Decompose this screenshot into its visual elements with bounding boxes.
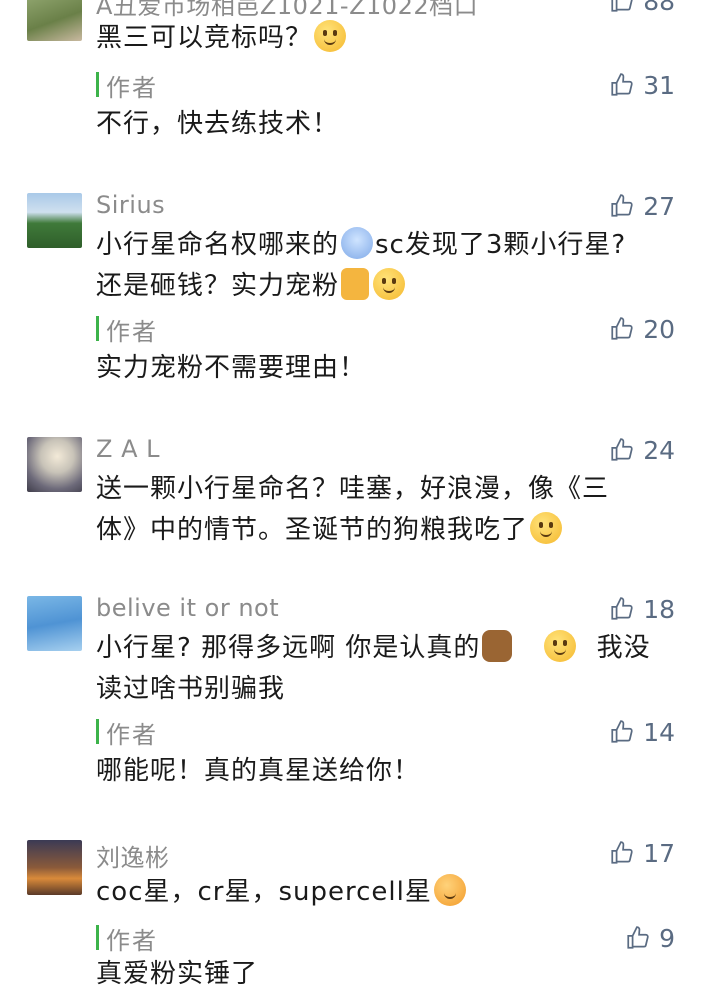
author-reply-bar xyxy=(96,316,99,341)
avatar[interactable] xyxy=(27,0,82,41)
author-reply-bar xyxy=(96,719,99,744)
laugh-cry-emoji-icon xyxy=(544,630,577,662)
reply-text: 实力宠粉不需要理由！ xyxy=(96,353,367,383)
comment-text: 送一颗小行星命名？哇塞，好浪漫，像《三 体》中的情节。圣诞节的狗粮我吃了 xyxy=(96,474,610,545)
thumbs-up-icon xyxy=(611,317,633,340)
author-reply-bar xyxy=(96,72,99,97)
like-button[interactable]: 31 xyxy=(609,68,675,102)
thumbs-up-icon xyxy=(611,73,633,96)
smirk-emoji-icon xyxy=(373,268,406,300)
like-count: 31 xyxy=(643,70,675,100)
like-count: 88 xyxy=(643,0,675,16)
like-count: 27 xyxy=(643,191,675,221)
blush-emoji-icon xyxy=(530,512,563,544)
like-count: 20 xyxy=(643,314,675,344)
angry-emoji-icon xyxy=(433,874,466,906)
reply-text: 不行，快去练技术！ xyxy=(96,109,340,139)
like-button[interactable]: 27 xyxy=(609,189,675,223)
comment-text: 小行星命名权哪来的 sc发现了3颗小行星? 还是砸钱？实力宠粉 xyxy=(96,225,676,307)
like-count: 17 xyxy=(643,838,675,868)
like-count: 18 xyxy=(643,594,675,624)
comment-nickname: belive it or not xyxy=(96,594,280,622)
avatar[interactable] xyxy=(27,840,82,895)
comment-text: 黑三可以竞标吗？ xyxy=(96,18,676,59)
author-label: 作者 xyxy=(106,927,158,955)
comment-text: 小行星? 那得多远啊 你是认真的 我没 读过啥书别骗我 xyxy=(96,628,676,710)
thumbs-up-icon xyxy=(611,720,633,743)
like-count: 24 xyxy=(643,435,675,465)
avatar[interactable] xyxy=(27,193,82,248)
thumbs-up-icon xyxy=(611,438,633,461)
like-button[interactable]: 17 xyxy=(609,836,675,870)
author-label: 作者 xyxy=(106,318,158,346)
horse-emoji-icon xyxy=(482,630,513,662)
avatar[interactable] xyxy=(27,596,82,651)
like-button[interactable]: 88 xyxy=(609,0,675,18)
thumbs-up-icon xyxy=(611,841,633,864)
like-button[interactable]: 18 xyxy=(609,592,675,626)
like-count: 14 xyxy=(643,717,675,747)
thumbs-up-emoji-icon xyxy=(341,268,370,300)
comment-text: coc星，cr星，supercell星 xyxy=(96,872,676,913)
thumbs-up-icon xyxy=(611,194,633,217)
thumbs-up-icon xyxy=(611,0,633,12)
comment-nickname: 刘逸彬 xyxy=(96,844,170,872)
like-button[interactable]: 9 xyxy=(625,921,675,955)
reply-text: 哪能呢！真的真星送给你！ xyxy=(96,756,421,786)
comment-nickname: Sirius xyxy=(96,191,166,219)
scream-emoji-icon xyxy=(341,227,374,259)
author-label: 作者 xyxy=(106,721,158,749)
thumbs-up-icon xyxy=(627,926,649,949)
avatar[interactable] xyxy=(27,437,82,492)
author-reply-bar xyxy=(96,925,99,950)
like-button[interactable]: 14 xyxy=(609,715,675,749)
thumbs-up-icon xyxy=(611,597,633,620)
like-count: 9 xyxy=(659,923,675,953)
author-label: 作者 xyxy=(106,74,158,102)
like-button[interactable]: 20 xyxy=(609,312,675,346)
comment-nickname: Z A L xyxy=(96,435,160,463)
smile-emoji-icon xyxy=(314,20,347,52)
like-button[interactable]: 24 xyxy=(609,433,675,467)
